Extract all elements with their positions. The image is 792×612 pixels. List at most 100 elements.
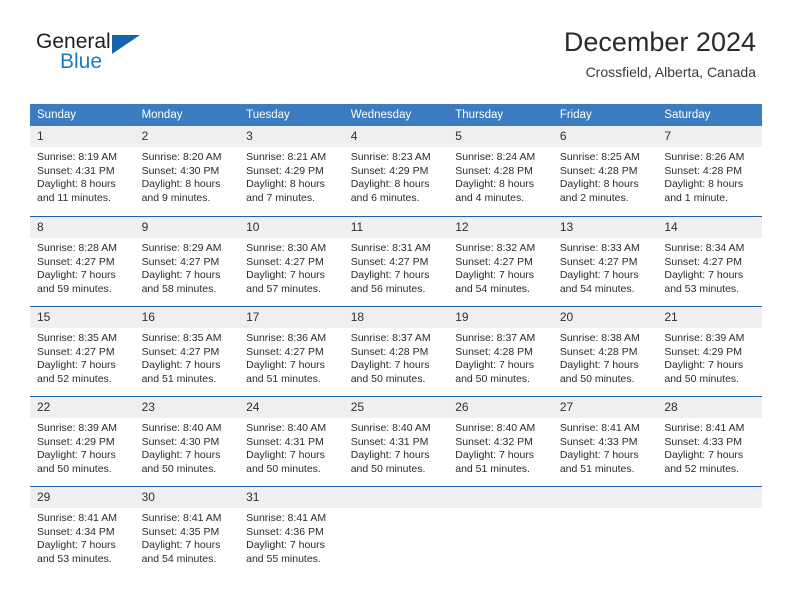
calendar-day-cell[interactable]: 9 Sunrise: 8:29 AM Sunset: 4:27 PM Dayli…: [134, 216, 240, 306]
day-number: [552, 487, 658, 508]
sunrise-text: Sunrise: 8:41 AM: [664, 422, 745, 434]
generalblue-logo[interactable]: General Blue: [36, 30, 166, 78]
day-details: Sunrise: 8:40 AM Sunset: 4:30 PM Dayligh…: [135, 418, 240, 476]
calendar-day-cell[interactable]: 24 Sunrise: 8:40 AM Sunset: 4:31 PM Dayl…: [239, 396, 344, 486]
daylight-text-line2: and 50 minutes.: [37, 462, 112, 475]
day-details: Sunrise: 8:24 AM Sunset: 4:28 PM Dayligh…: [448, 147, 553, 205]
daylight-text-line1: Daylight: 7 hours: [559, 269, 639, 282]
calendar-day-cell[interactable]: 8 Sunrise: 8:28 AM Sunset: 4:27 PM Dayli…: [30, 216, 135, 306]
daylight-text-line2: and 9 minutes.: [141, 191, 211, 204]
calendar-day-cell[interactable]: [448, 486, 553, 576]
day-number: 1: [30, 126, 135, 147]
calendar-day-cell[interactable]: 25 Sunrise: 8:40 AM Sunset: 4:31 PM Dayl…: [343, 396, 449, 486]
calendar-day-cell[interactable]: [343, 486, 449, 576]
calendar-day-cell[interactable]: 18 Sunrise: 8:37 AM Sunset: 4:28 PM Dayl…: [343, 306, 449, 396]
day-details: Sunrise: 8:40 AM Sunset: 4:31 PM Dayligh…: [239, 418, 344, 476]
calendar-day-cell[interactable]: 1 Sunrise: 8:19 AM Sunset: 4:31 PM Dayli…: [30, 126, 135, 216]
calendar-day-cell[interactable]: 23 Sunrise: 8:40 AM Sunset: 4:30 PM Dayl…: [134, 396, 240, 486]
location-subtitle: Crossfield, Alberta, Canada: [585, 64, 756, 80]
calendar-day-cell[interactable]: 31 Sunrise: 8:41 AM Sunset: 4:36 PM Dayl…: [239, 486, 344, 576]
weekday-header-tuesday: Tuesday: [239, 104, 344, 126]
calendar-week-row: 1 Sunrise: 8:19 AM Sunset: 4:31 PM Dayli…: [30, 126, 762, 216]
day-number: 15: [30, 307, 135, 328]
daylight-text-line1: Daylight: 8 hours: [246, 178, 325, 191]
sunrise-text: Sunrise: 8:40 AM: [350, 422, 431, 434]
daylight-text-line2: and 51 minutes.: [559, 462, 635, 475]
daylight-text-line1: Daylight: 8 hours: [455, 178, 535, 191]
calendar-day-cell[interactable]: 11 Sunrise: 8:31 AM Sunset: 4:27 PM Dayl…: [343, 216, 449, 306]
day-number: 20: [552, 307, 658, 328]
sunset-text: Sunset: 4:32 PM: [455, 435, 533, 448]
daylight-text-line2: and 50 minutes.: [664, 372, 740, 385]
sunset-text: Sunset: 4:31 PM: [350, 435, 429, 448]
sunset-text: Sunset: 4:28 PM: [455, 345, 533, 358]
sunrise-text: Sunrise: 8:37 AM: [350, 332, 431, 344]
calendar-day-cell[interactable]: 28 Sunrise: 8:41 AM Sunset: 4:33 PM Dayl…: [657, 396, 762, 486]
daylight-text-line2: and 53 minutes.: [37, 552, 112, 565]
sunrise-text: Sunrise: 8:20 AM: [141, 151, 222, 163]
calendar-day-cell[interactable]: 10 Sunrise: 8:30 AM Sunset: 4:27 PM Dayl…: [239, 216, 344, 306]
weekday-header-sunday: Sunday: [30, 104, 135, 126]
calendar-day-cell[interactable]: 15 Sunrise: 8:35 AM Sunset: 4:27 PM Dayl…: [30, 306, 135, 396]
daylight-text-line1: Daylight: 7 hours: [37, 539, 116, 552]
calendar-day-cell[interactable]: [552, 486, 658, 576]
calendar-day-cell[interactable]: 29 Sunrise: 8:41 AM Sunset: 4:34 PM Dayl…: [30, 486, 135, 576]
day-details: [553, 508, 658, 512]
calendar-day-cell[interactable]: 2 Sunrise: 8:20 AM Sunset: 4:30 PM Dayli…: [134, 126, 240, 216]
calendar-day-cell[interactable]: 4 Sunrise: 8:23 AM Sunset: 4:29 PM Dayli…: [343, 126, 449, 216]
calendar-day-cell[interactable]: 13 Sunrise: 8:33 AM Sunset: 4:27 PM Dayl…: [552, 216, 658, 306]
sunset-text: Sunset: 4:30 PM: [141, 435, 220, 448]
sunset-text: Sunset: 4:28 PM: [559, 164, 638, 177]
calendar-day-cell[interactable]: 17 Sunrise: 8:36 AM Sunset: 4:27 PM Dayl…: [239, 306, 344, 396]
sunset-text: Sunset: 4:27 PM: [141, 255, 220, 268]
daylight-text-line1: Daylight: 7 hours: [559, 359, 639, 372]
daylight-text-line1: Daylight: 7 hours: [455, 359, 535, 372]
day-number: 19: [448, 307, 553, 328]
sunrise-text: Sunrise: 8:23 AM: [350, 151, 431, 163]
calendar-day-cell[interactable]: 27 Sunrise: 8:41 AM Sunset: 4:33 PM Dayl…: [552, 396, 658, 486]
daylight-text-line1: Daylight: 7 hours: [37, 269, 116, 282]
calendar-day-cell[interactable]: [657, 486, 762, 576]
calendar-day-cell[interactable]: 5 Sunrise: 8:24 AM Sunset: 4:28 PM Dayli…: [448, 126, 553, 216]
day-number: 6: [552, 126, 658, 147]
sunrise-text: Sunrise: 8:41 AM: [141, 512, 222, 524]
calendar-day-cell[interactable]: 6 Sunrise: 8:25 AM Sunset: 4:28 PM Dayli…: [552, 126, 658, 216]
daylight-text-line1: Daylight: 7 hours: [664, 269, 744, 282]
calendar-day-cell[interactable]: 30 Sunrise: 8:41 AM Sunset: 4:35 PM Dayl…: [134, 486, 240, 576]
day-details: Sunrise: 8:23 AM Sunset: 4:29 PM Dayligh…: [344, 147, 449, 205]
day-number: 30: [134, 487, 240, 508]
day-details: Sunrise: 8:28 AM Sunset: 4:27 PM Dayligh…: [30, 238, 135, 296]
calendar-day-cell[interactable]: 26 Sunrise: 8:40 AM Sunset: 4:32 PM Dayl…: [448, 396, 553, 486]
sunrise-text: Sunrise: 8:32 AM: [455, 242, 536, 254]
day-number: 18: [343, 307, 449, 328]
sunrise-text: Sunrise: 8:40 AM: [141, 422, 222, 434]
daylight-text-line2: and 7 minutes.: [246, 191, 316, 204]
sunrise-text: Sunrise: 8:41 AM: [246, 512, 327, 524]
daylight-text-line2: and 50 minutes.: [350, 372, 426, 385]
calendar-day-cell[interactable]: 12 Sunrise: 8:32 AM Sunset: 4:27 PM Dayl…: [448, 216, 553, 306]
sunset-text: Sunset: 4:27 PM: [246, 255, 324, 268]
sunrise-text: Sunrise: 8:35 AM: [37, 332, 117, 344]
calendar-day-cell[interactable]: 16 Sunrise: 8:35 AM Sunset: 4:27 PM Dayl…: [134, 306, 240, 396]
calendar-week-row: 29 Sunrise: 8:41 AM Sunset: 4:34 PM Dayl…: [30, 486, 762, 576]
daylight-text-line2: and 52 minutes.: [664, 462, 740, 475]
day-number: 22: [30, 397, 135, 418]
day-number: 24: [239, 397, 344, 418]
calendar-day-cell[interactable]: 22 Sunrise: 8:39 AM Sunset: 4:29 PM Dayl…: [30, 396, 135, 486]
daylight-text-line2: and 54 minutes.: [455, 282, 530, 295]
calendar-day-cell[interactable]: 7 Sunrise: 8:26 AM Sunset: 4:28 PM Dayli…: [657, 126, 762, 216]
daylight-text-line1: Daylight: 7 hours: [141, 539, 221, 552]
calendar-day-cell[interactable]: 21 Sunrise: 8:39 AM Sunset: 4:29 PM Dayl…: [657, 306, 762, 396]
calendar-day-cell[interactable]: 20 Sunrise: 8:38 AM Sunset: 4:28 PM Dayl…: [552, 306, 658, 396]
daylight-text-line1: Daylight: 8 hours: [350, 178, 430, 191]
calendar-day-cell[interactable]: 3 Sunrise: 8:21 AM Sunset: 4:29 PM Dayli…: [239, 126, 344, 216]
day-number: [343, 487, 449, 508]
day-number: 31: [239, 487, 344, 508]
daylight-text-line2: and 56 minutes.: [350, 282, 426, 295]
calendar-day-cell[interactable]: 14 Sunrise: 8:34 AM Sunset: 4:27 PM Dayl…: [657, 216, 762, 306]
day-number: 8: [30, 217, 135, 238]
sunset-text: Sunset: 4:27 PM: [664, 255, 743, 268]
sunset-text: Sunset: 4:31 PM: [37, 164, 115, 177]
sunrise-text: Sunrise: 8:39 AM: [37, 422, 117, 434]
calendar-day-cell[interactable]: 19 Sunrise: 8:37 AM Sunset: 4:28 PM Dayl…: [448, 306, 553, 396]
